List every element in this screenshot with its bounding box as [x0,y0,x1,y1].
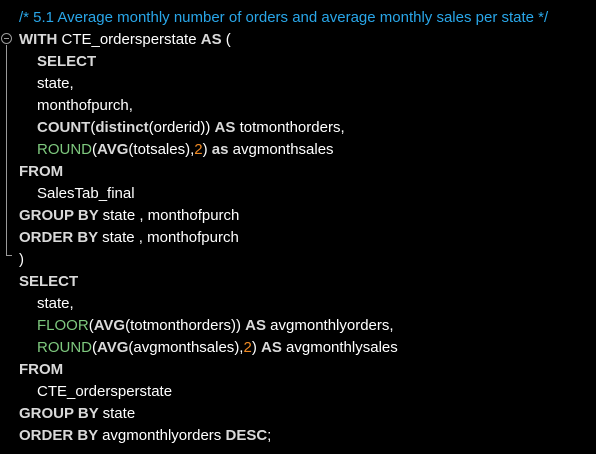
sql-keyword: as [211,141,233,158]
sql-identifier: totsales [133,141,186,158]
punctuation: , [389,317,394,334]
code-line[interactable]: ORDER BY state , monthofpurch [19,227,596,249]
sql-keyword: ORDER BY [19,427,103,444]
sql-keyword: FROM [19,361,64,378]
sql-identifier: avgmonthsales [232,141,334,158]
code-line[interactable]: ORDER BY avgmonthlyorders DESC; [19,425,596,447]
sql-identifier: avgmonthlysales [286,339,398,356]
punctuation: , [340,119,345,136]
editor-gutter [0,0,18,454]
punctuation: ) [19,251,24,268]
fold-guide-end [6,255,12,256]
sql-identifier: totmonthorders [239,119,341,136]
sql-function: FLOOR [37,317,89,334]
code-line[interactable]: /* 5.1 Average monthly number of orders … [19,7,596,29]
punctuation: )) [200,119,215,136]
code-line[interactable]: ) [19,249,596,271]
code-line[interactable]: ROUND(AVG(avgmonthsales),2) AS avgmonthl… [19,337,596,359]
punctuation: ) [251,339,261,356]
code-comment: /* 5.1 Average monthly number of orders … [19,9,549,26]
sql-identifier: CTE_ordersperstate [61,31,201,48]
code-line[interactable]: GROUP BY state , monthofpurch [19,205,596,227]
sql-function: ROUND [37,339,92,356]
code-line[interactable]: SELECT [19,51,596,73]
fold-guide-line [6,45,7,255]
sql-keyword: ORDER BY [19,229,103,246]
sql-keyword: AVG [97,141,129,158]
code-line[interactable]: CTE_ordersperstate [19,381,596,403]
punctuation: ; [267,427,272,444]
numeric-literal: 2 [243,339,252,356]
punctuation: , [69,295,74,312]
sql-keyword: DESC [225,427,268,444]
punctuation: ) [202,141,212,158]
code-line[interactable]: SalesTab_final [19,183,596,205]
sql-keyword: AVG [93,317,126,334]
sql-identifier: state [37,75,70,92]
sql-keyword: GROUP BY [19,405,103,422]
punctuation: , [128,97,133,114]
code-line[interactable]: COUNT(distinct(orderid)) AS totmonthorde… [19,117,596,139]
code-line[interactable]: ROUND(AVG(totsales),2) as avgmonthsales [19,139,596,161]
punctuation: ( [221,31,231,48]
code-line[interactable]: GROUP BY state [19,403,596,425]
sql-identifier: state , monthofpurch [102,207,240,224]
sql-keyword: AS [245,317,271,334]
code-line[interactable]: monthofpurch, [19,95,596,117]
sql-identifier: CTE_ordersperstate [37,383,173,400]
fold-collapse-icon[interactable] [1,33,12,44]
sql-identifier: state [102,405,136,422]
sql-identifier: SalesTab_final [37,185,135,202]
sql-identifier: avgmonthlyorders [270,317,390,334]
code-area[interactable]: /* 5.1 Average monthly number of orders … [19,7,596,447]
sql-keyword: AS [261,339,287,356]
sql-keyword: SELECT [19,273,79,290]
sql-function: ROUND [37,141,92,158]
code-line[interactable]: FLOOR(AVG(totmonthorders)) AS avgmonthly… [19,315,596,337]
sql-keyword: WITH [19,31,62,48]
sql-keyword: FROM [19,163,64,180]
sql-keyword: distinct [95,119,149,136]
sql-keyword: GROUP BY [19,207,103,224]
sql-keyword: AS [200,31,222,48]
numeric-literal: 2 [194,141,203,158]
sql-identifier: avgmonthlyorders [102,427,226,444]
punctuation: )) [230,317,246,334]
sql-code-editor[interactable]: /* 5.1 Average monthly number of orders … [0,0,596,454]
punctuation: , [69,75,74,92]
code-line[interactable]: FROM [19,359,596,381]
sql-identifier: monthofpurch [37,97,129,114]
code-line[interactable]: WITH CTE_ordersperstate AS ( [19,29,596,51]
punctuation: ), [185,141,195,158]
sql-identifier: totmonthorders [130,317,231,334]
code-line[interactable]: state, [19,293,596,315]
code-line[interactable]: SELECT [19,271,596,293]
sql-identifier: avgmonthsales [133,339,235,356]
code-line[interactable]: FROM [19,161,596,183]
sql-keyword: AVG [97,339,129,356]
sql-identifier: orderid [153,119,201,136]
sql-identifier: state [37,295,70,312]
sql-keyword: AS [214,119,240,136]
sql-identifier: state , monthofpurch [102,229,239,246]
code-line[interactable]: state, [19,73,596,95]
sql-keyword: COUNT [37,119,91,136]
sql-keyword: SELECT [37,53,97,70]
